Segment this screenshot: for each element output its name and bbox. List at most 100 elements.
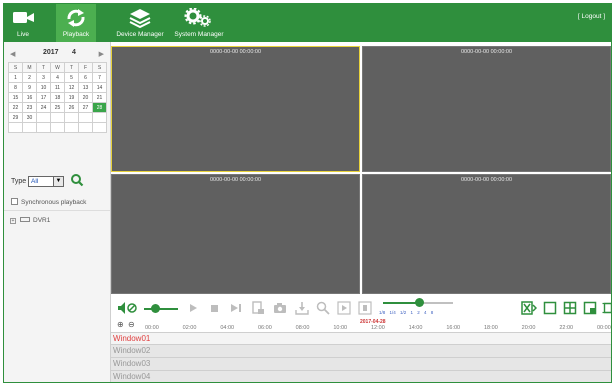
calendar-day[interactable]: 19 <box>64 92 79 103</box>
timeline-tick-label: 18:00 <box>484 325 498 331</box>
clip-icon[interactable] <box>251 301 265 315</box>
left-panel: ◀ 2017 4 ▶ S M T W T F S 1 2 3 4 5 6 7 8 9 10 11 12 13 14 15 1… <box>4 42 111 382</box>
sync-playback-checkbox[interactable] <box>11 198 18 205</box>
calendar-day[interactable]: 6 <box>78 72 93 83</box>
snapshot-icon[interactable] <box>273 301 287 315</box>
nav-live-label: Live <box>17 31 29 38</box>
calendar-day[interactable]: 15 <box>8 92 23 103</box>
calendar-day[interactable]: 25 <box>50 102 65 113</box>
type-select[interactable]: All ▼ <box>28 176 64 187</box>
calendar-day <box>92 122 107 133</box>
nav-live[interactable]: Live <box>4 4 42 42</box>
nav-playback[interactable]: Playback <box>56 4 96 42</box>
fullscreen-icon[interactable] <box>583 301 597 315</box>
calendar-day[interactable]: 21 <box>92 92 107 103</box>
calendar-day[interactable]: 13 <box>78 82 93 93</box>
calendar-day[interactable]: 22 <box>8 102 23 113</box>
timeline-row[interactable]: Window01 <box>111 332 611 345</box>
divider <box>4 210 110 211</box>
calendar-day[interactable]: 14 <box>92 82 107 93</box>
nav-device-manager[interactable]: Device Manager <box>112 4 168 42</box>
mute-icon[interactable] <box>117 301 141 315</box>
zoom-in-icon[interactable]: ⊕ <box>117 320 124 329</box>
speed-slider-handle[interactable] <box>415 298 424 307</box>
calendar-day <box>36 112 51 123</box>
zoom-out-icon[interactable]: ⊖ <box>128 320 135 329</box>
tree-item-label: DVR1 <box>33 217 51 224</box>
stop-icon[interactable] <box>209 301 219 315</box>
calendar-day[interactable]: 11 <box>50 82 65 93</box>
calendar-day[interactable]: 26 <box>64 102 79 113</box>
video-window-3[interactable]: 0000-00-00 00:00:00 <box>111 174 360 294</box>
calendar-day[interactable]: 2 <box>22 72 37 83</box>
calendar-day[interactable]: 10 <box>36 82 51 93</box>
nav-system-manager[interactable]: System Manager <box>169 4 229 42</box>
calendar-day[interactable]: 1 <box>8 72 23 83</box>
next-frame-icon[interactable] <box>230 301 242 315</box>
timeline-row[interactable]: Window03 <box>111 358 611 371</box>
calendar-day[interactable]: 8 <box>8 82 23 93</box>
next-month-icon[interactable]: ▶ <box>99 50 104 58</box>
close-all-windows-icon[interactable] <box>521 301 537 315</box>
fast-forward-icon[interactable] <box>358 301 372 315</box>
calendar-grid: S M T W T F S 1 2 3 4 5 6 7 8 9 10 11 12 13 14 15 16 17 18 19 20 21… <box>8 62 107 133</box>
calendar-day[interactable]: 30 <box>22 112 37 123</box>
tree-item-dvr[interactable]: + DVR1 <box>10 217 50 224</box>
calendar-day[interactable]: 16 <box>22 92 37 103</box>
calendar-day[interactable]: 17 <box>36 92 51 103</box>
stretch-icon[interactable] <box>602 301 612 315</box>
calendar-day[interactable]: 20 <box>78 92 93 103</box>
calendar-day[interactable]: 3 <box>36 72 51 83</box>
type-label: Type <box>11 178 27 185</box>
calendar-day[interactable]: 24 <box>36 102 51 113</box>
timeline-row[interactable]: Window04 <box>111 371 611 382</box>
calendar-day[interactable]: 12 <box>64 82 79 93</box>
download-icon[interactable] <box>295 301 309 315</box>
calendar-day[interactable]: 29 <box>8 112 23 123</box>
logout-link[interactable]: [ Logout ] <box>578 13 605 20</box>
speed-labels: 1/8 1/4 1/2 1 2 4 8 <box>379 310 434 315</box>
timeline-tick-label: 12:00 <box>371 325 385 331</box>
timeline-tick-label: 00:00 <box>597 325 611 331</box>
timeline-tick-label: 10:00 <box>333 325 348 331</box>
calendar-day[interactable]: 28 <box>92 102 107 113</box>
app-frame: Live Playback Device Manager System Mana… <box>3 3 612 383</box>
slow-forward-icon[interactable] <box>337 301 351 315</box>
zoom-icon[interactable] <box>316 301 330 315</box>
timeline: ⊕ ⊖ 00:00 02:00 04:00 06:00 08:00 10:00 12:00 1… <box>111 319 611 382</box>
volume-slider-track[interactable] <box>144 308 178 310</box>
calendar-day[interactable]: 7 <box>92 72 107 83</box>
chevron-down-icon: ▼ <box>53 177 63 186</box>
layout-quad-icon[interactable] <box>563 301 577 315</box>
layers-icon <box>129 9 151 28</box>
calendar-header: ◀ 2017 4 ▶ <box>8 49 107 61</box>
timeline-row[interactable]: Window02 <box>111 345 611 358</box>
calendar-day[interactable]: 18 <box>50 92 65 103</box>
search-icon[interactable] <box>70 173 84 187</box>
calendar-weekday: T <box>36 62 51 73</box>
timeline-tick-label: 00:00 <box>145 325 159 331</box>
timeline-tick-label: 14:00 <box>408 325 423 331</box>
calendar-day <box>36 122 51 133</box>
timeline-tick-label: 02:00 <box>182 325 197 331</box>
video-window-1[interactable]: 0000-00-00 00:00:00 <box>111 46 360 172</box>
calendar-day[interactable]: 4 <box>50 72 65 83</box>
top-navigation: Live Playback Device Manager System Mana… <box>4 4 611 42</box>
expand-icon[interactable]: + <box>10 218 16 224</box>
calendar-day[interactable]: 5 <box>64 72 79 83</box>
layout-single-icon[interactable] <box>543 301 557 315</box>
calendar-day <box>22 122 37 133</box>
volume-slider-handle[interactable] <box>151 304 160 313</box>
calendar-day <box>64 112 79 123</box>
sync-playback-label: Synchronous playback <box>21 199 87 206</box>
calendar-day[interactable]: 27 <box>78 102 93 113</box>
nav-system-manager-label: System Manager <box>174 31 224 38</box>
play-icon[interactable] <box>188 301 198 315</box>
calendar-day[interactable]: 23 <box>22 102 37 113</box>
video-window-4[interactable]: 0000-00-00 00:00:00 <box>362 174 611 294</box>
calendar-day[interactable]: 9 <box>22 82 37 93</box>
video-window-2[interactable]: 0000-00-00 00:00:00 <box>362 46 611 172</box>
timeline-tick-label: 16:00 <box>446 325 461 331</box>
prev-month-icon[interactable]: ◀ <box>10 50 15 58</box>
sync-playback-row[interactable]: Synchronous playback <box>11 198 86 206</box>
